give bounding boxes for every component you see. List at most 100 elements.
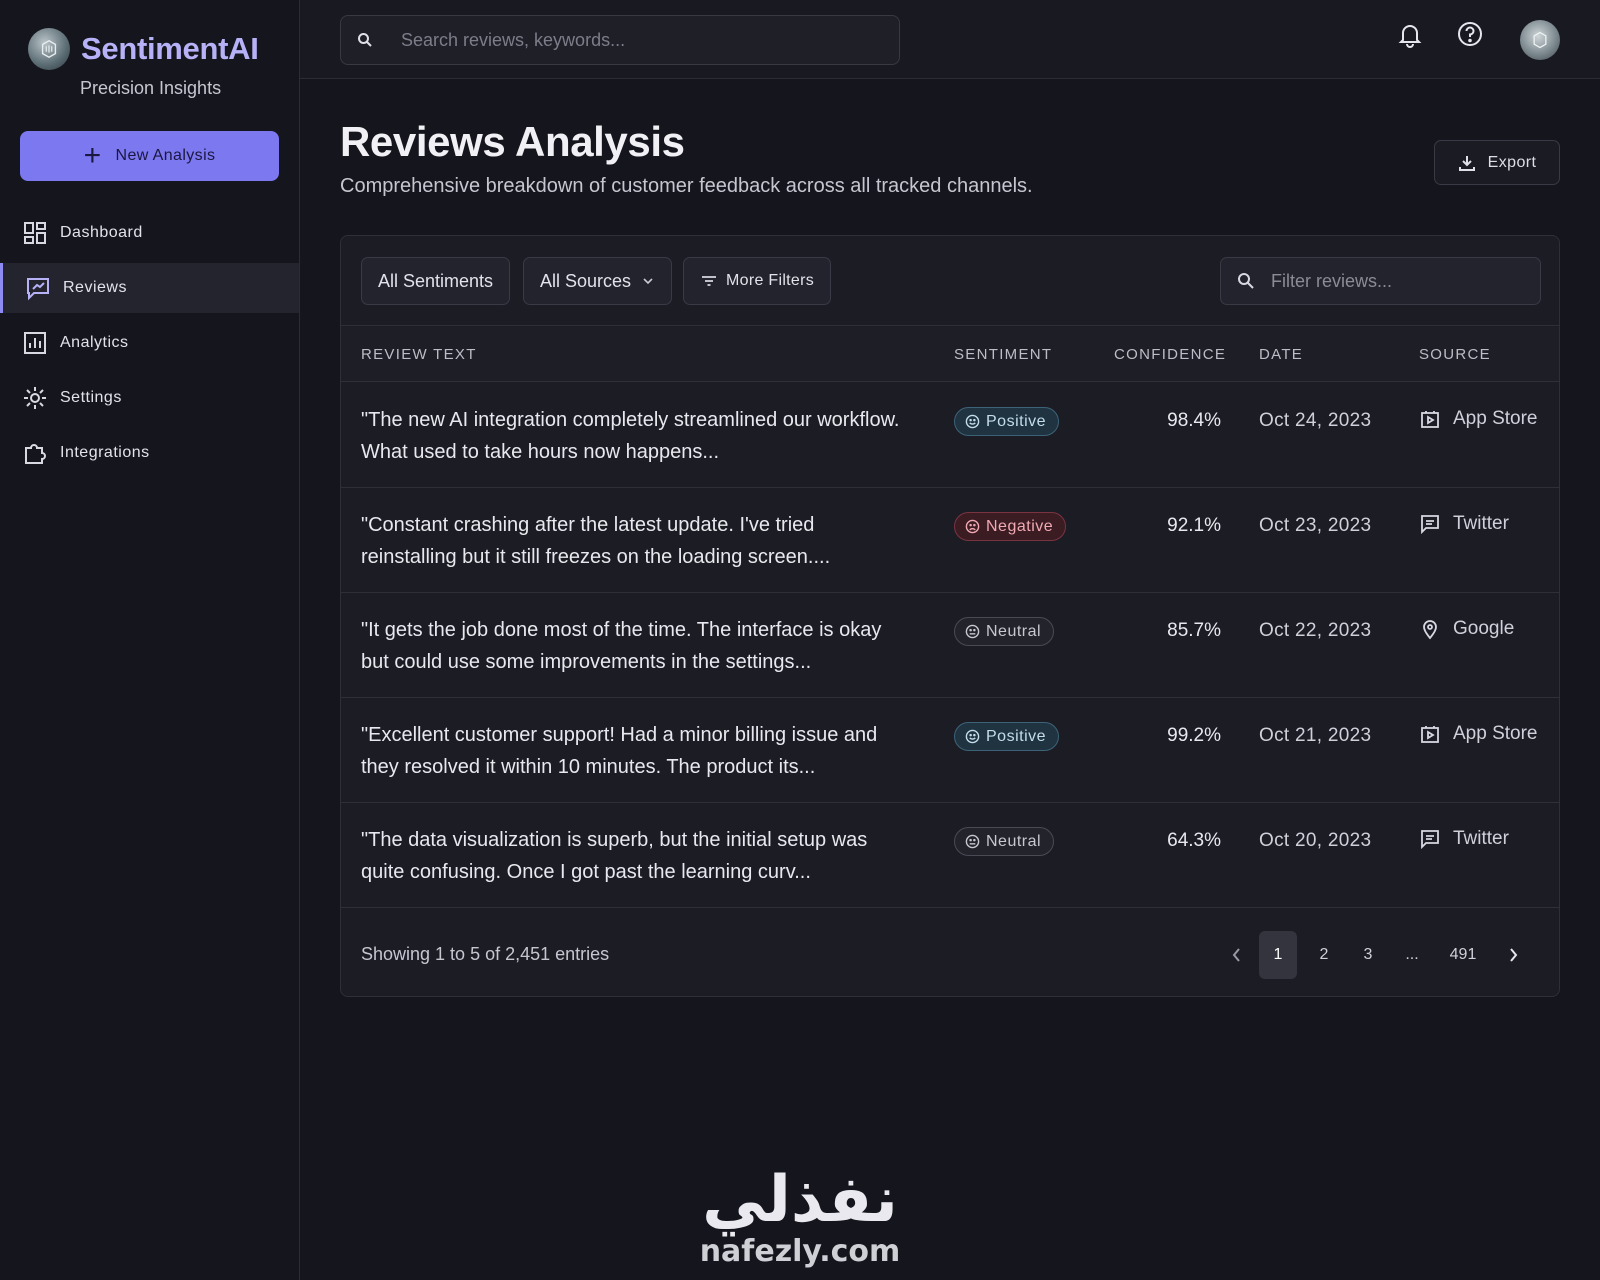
frown-icon [965,519,980,534]
topbar [300,0,1600,79]
sentiment-label: Neutral [986,832,1042,850]
review-text: "Constant crashing after the latest upda… [361,514,831,568]
source-label: Google [1453,618,1515,639]
search-icon [1238,273,1254,289]
bell-icon[interactable] [1396,20,1424,48]
analytics-icon [24,332,46,354]
sentiment-badge: Negative [954,512,1067,541]
global-search[interactable] [340,15,900,65]
sidebar: SentimentAI Precision Insights + New Ana… [0,0,300,1280]
review-source: App Store [1419,723,1538,745]
page-button-1[interactable]: 1 [1259,931,1297,979]
page-title: Reviews Analysis [340,118,685,165]
gear-icon [24,387,46,409]
sentiment-badge: Neutral [954,617,1055,646]
review-text: "The data visualization is superb, but t… [361,829,868,883]
dashboard-icon [24,222,46,244]
sidebar-item-settings[interactable]: Settings [0,373,299,423]
smile-icon [965,414,980,429]
user-avatar-icon [1533,31,1547,49]
review-date: Oct 20, 2023 [1259,830,1372,851]
column-header-confidence[interactable]: CONFIDENCE [1114,346,1226,363]
table-row[interactable]: "Constant crashing after the latest upda… [341,488,1559,593]
sidebar-item-integrations[interactable]: Integrations [0,428,299,478]
table-row[interactable]: "It gets the job done most of the time. … [341,593,1559,698]
confidence-value: 85.7% [1167,620,1221,641]
neutral-face-icon [965,624,980,639]
sidebar-item-dashboard[interactable]: Dashboard [0,208,299,258]
watermark-latin: nafezly.com [699,1234,901,1269]
column-header-review-text[interactable]: REVIEW TEXT [361,346,477,363]
app-store-icon [1421,726,1439,743]
review-date: Oct 24, 2023 [1259,410,1372,431]
help-icon[interactable] [1456,20,1484,48]
table-row[interactable]: "Excellent customer support! Had a minor… [341,698,1559,803]
app-store-icon [1421,411,1439,428]
page-button-3[interactable]: 3 [1349,931,1387,979]
chat-icon [1421,830,1439,850]
source-label: Twitter [1453,828,1509,849]
sentiment-label: Neutral [986,622,1042,640]
source-label: App Store [1453,723,1538,744]
table-row[interactable]: "The data visualization is superb, but t… [341,803,1559,908]
review-date: Oct 21, 2023 [1259,725,1372,746]
page-button-last[interactable]: 491 [1439,931,1487,979]
sentiment-label: Positive [986,727,1047,745]
prev-page-button[interactable] [1221,931,1253,979]
search-input[interactable] [401,29,881,51]
brand-logo-icon [28,28,70,70]
sidebar-item-label: Settings [60,389,122,406]
review-text: "It gets the job done most of the time. … [361,619,882,673]
chat-icon [1421,515,1439,535]
sidebar-item-label: Analytics [60,334,129,351]
source-label: Twitter [1453,513,1509,534]
more-filters-button[interactable]: More Filters [683,257,832,305]
new-analysis-button[interactable]: + New Analysis [20,131,279,181]
page-button-2[interactable]: 2 [1305,931,1343,979]
brand-name: SentimentAI [81,31,259,66]
brand[interactable]: SentimentAI [28,28,259,70]
avatar[interactable] [1520,20,1560,60]
confidence-value: 99.2% [1167,725,1221,746]
sources-filter[interactable]: All Sources [523,257,673,305]
sidebar-item-analytics[interactable]: Analytics [0,318,299,368]
sidebar-item-label: Reviews [63,279,127,296]
download-icon [1458,155,1475,171]
search-icon [358,33,372,47]
chevron-left-icon [1232,948,1240,962]
column-header-date[interactable]: DATE [1259,346,1303,363]
sidebar-item-label: Dashboard [60,224,143,241]
watermark: نفذلي nafezly.com [690,1168,910,1272]
sentiment-label: Positive [986,412,1047,430]
review-source: App Store [1419,408,1538,430]
location-pin-icon [1423,620,1437,640]
filter-icon [702,276,716,286]
review-date: Oct 22, 2023 [1259,620,1372,641]
table-header: REVIEW TEXT SENTIMENT CONFIDENCE DATE SO… [341,327,1559,382]
sentiment-badge: Positive [954,722,1060,751]
page-ellipsis: ... [1405,946,1419,963]
brand-tagline: Precision Insights [80,78,222,98]
confidence-value: 98.4% [1167,410,1221,431]
filter-reviews-field[interactable] [1220,257,1541,305]
sentiment-badge: Positive [954,407,1060,436]
export-button[interactable]: Export [1434,140,1560,185]
table-row[interactable]: "The new AI integration completely strea… [341,383,1559,488]
confidence-value: 64.3% [1167,830,1221,851]
sidebar-nav: Dashboard Reviews Analytics Settings Int… [0,208,299,483]
sources-filter-label: All Sources [540,270,632,291]
filter-reviews-input[interactable] [1271,270,1531,292]
sidebar-item-label: Integrations [60,444,150,461]
sidebar-item-reviews[interactable]: Reviews [0,263,299,313]
column-header-source[interactable]: SOURCE [1419,346,1491,363]
sentiment-badge: Neutral [954,827,1055,856]
review-source: Twitter [1419,513,1509,535]
review-date: Oct 23, 2023 [1259,515,1372,536]
new-analysis-label: New Analysis [115,147,216,164]
column-header-sentiment[interactable]: SENTIMENT [954,346,1052,363]
page-subtitle: Comprehensive breakdown of customer feed… [340,175,1033,197]
watermark-arabic: نفذلي [702,1163,898,1237]
next-page-button[interactable] [1497,931,1529,979]
sentiment-filter[interactable]: All Sentiments [361,257,511,305]
chevron-right-icon [1510,948,1518,962]
